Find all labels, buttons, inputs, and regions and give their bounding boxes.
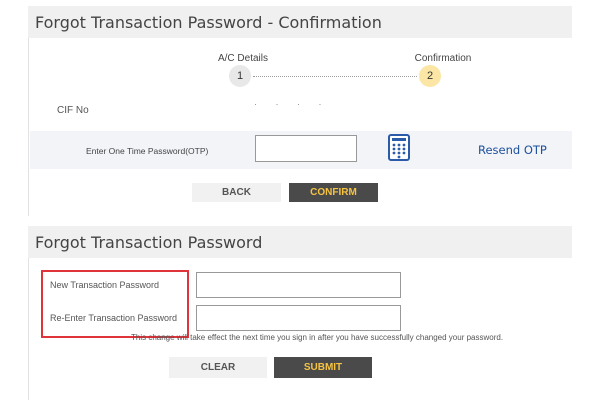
confirmation-title: Forgot Transaction Password - Confirmati… — [35, 12, 382, 32]
reenter-password-input[interactable] — [196, 305, 401, 331]
confirm-button[interactable]: CONFIRM — [289, 183, 378, 202]
reenter-password-label: Re-Enter Transaction Password — [50, 313, 178, 323]
new-password-input[interactable] — [196, 272, 401, 298]
step-2-label: Confirmation — [414, 53, 472, 64]
submit-button[interactable]: SUBMIT — [274, 357, 372, 378]
password-change-note: This change will take effect the next ti… — [131, 333, 504, 342]
resend-otp-link[interactable]: Resend OTP — [478, 143, 547, 157]
step-1-label: A/C Details — [217, 53, 268, 64]
virtual-keypad-icon[interactable] — [388, 134, 410, 161]
step-1-indicator: 1 — [229, 65, 251, 87]
password-header: Forgot Transaction Password — [28, 226, 572, 258]
otp-label: Enter One Time Password(OTP) — [86, 146, 209, 156]
clear-button[interactable]: CLEAR — [169, 357, 267, 378]
back-button[interactable]: BACK — [192, 183, 281, 202]
otp-input[interactable] — [255, 135, 357, 162]
confirmation-header: Forgot Transaction Password - Confirmati… — [28, 6, 572, 38]
new-password-label: New Transaction Password — [50, 280, 160, 290]
cif-value: · · · · — [254, 99, 330, 109]
password-section-title: Forgot Transaction Password — [35, 232, 263, 252]
step-2-indicator: 2 — [419, 65, 441, 87]
cif-label: CIF No — [57, 105, 89, 116]
step-connector — [253, 76, 417, 77]
